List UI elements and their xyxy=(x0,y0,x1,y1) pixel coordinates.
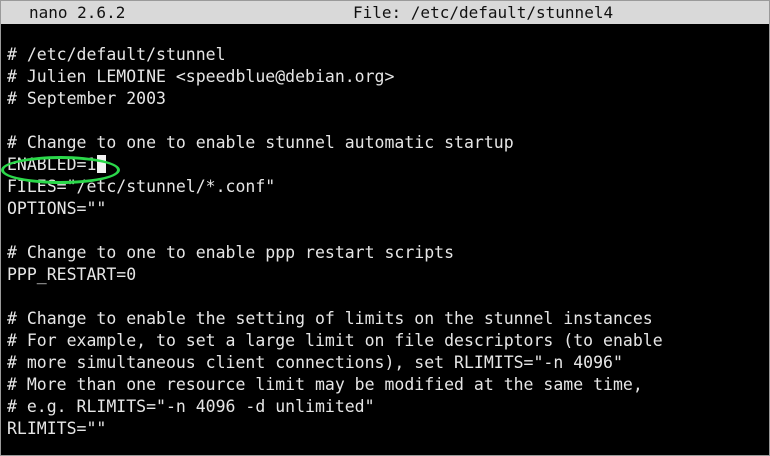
editor-line[interactable] xyxy=(7,286,763,308)
editor-line[interactable]: OPTIONS="" xyxy=(7,198,763,220)
editor-line[interactable]: # Change to enable the setting of limits… xyxy=(7,308,763,330)
editor-line[interactable]: # /etc/default/stunnel xyxy=(7,44,763,66)
editor-line[interactable]: FILES="/etc/stunnel/*.conf" xyxy=(7,176,763,198)
editor-line[interactable]: # Julien LEMOINE <speedblue@debian.org> xyxy=(7,66,763,88)
nano-title-bar: nano 2.6.2 File: /etc/default/stunnel4 xyxy=(1,1,769,24)
editor-text-area[interactable]: # /etc/default/stunnel # Julien LEMOINE … xyxy=(7,44,763,440)
editor-line[interactable]: # September 2003 xyxy=(7,88,763,110)
editor-line-enabled[interactable]: ENABLED=1 xyxy=(7,154,763,176)
editor-line[interactable]: PPP_RESTART=0 xyxy=(7,264,763,286)
editor-line[interactable]: # More than one resource limit may be mo… xyxy=(7,374,763,396)
enabled-setting-text: ENABLED=1 xyxy=(7,155,97,174)
editor-line[interactable]: RLIMITS="" xyxy=(7,418,763,440)
terminal-window: nano 2.6.2 File: /etc/default/stunnel4 #… xyxy=(0,0,770,456)
nano-version-label: nano 2.6.2 xyxy=(29,3,126,22)
editor-line[interactable]: # Change to one to enable stunnel automa… xyxy=(7,132,763,154)
editor-line[interactable] xyxy=(7,220,763,242)
editor-line[interactable]: # e.g. RLIMITS="-n 4096 -d unlimited" xyxy=(7,396,763,418)
editor-line[interactable]: # Change to one to enable ppp restart sc… xyxy=(7,242,763,264)
editor-line[interactable]: # more simultaneous client connections),… xyxy=(7,352,763,374)
editor-line[interactable] xyxy=(7,110,763,132)
text-cursor xyxy=(97,155,107,173)
editor-line[interactable]: # For example, to set a large limit on f… xyxy=(7,330,763,352)
file-path-label: File: /etc/default/stunnel4 xyxy=(353,3,614,22)
